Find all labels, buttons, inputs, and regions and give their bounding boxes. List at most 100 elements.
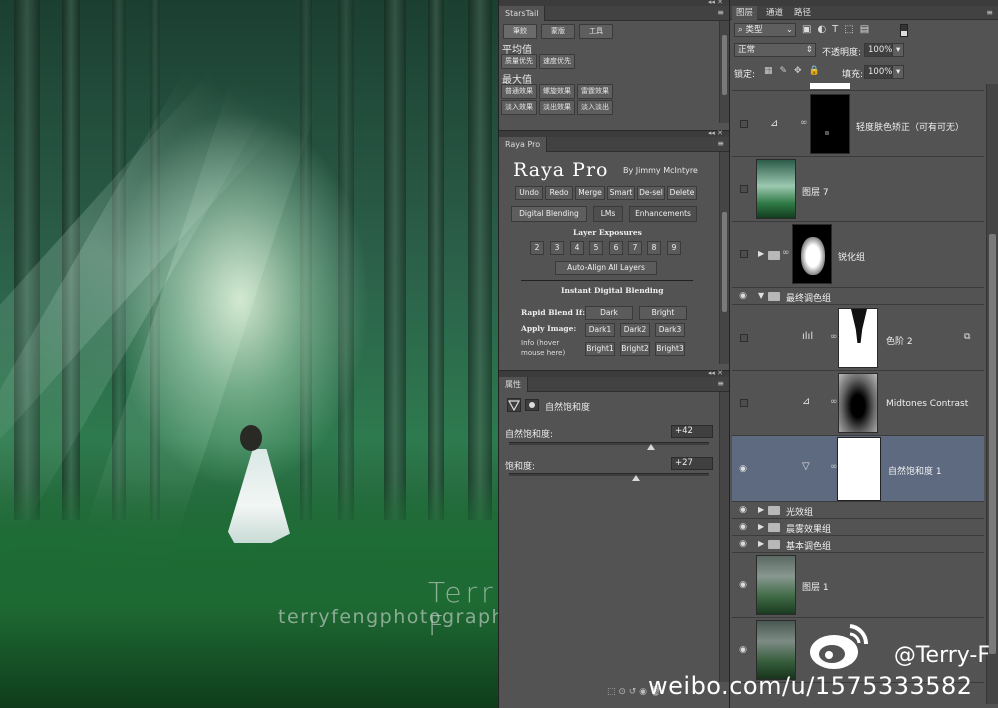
- visibility-toggle[interactable]: [740, 399, 748, 407]
- max-button-5[interactable]: 淡出效果: [539, 100, 575, 115]
- expand-arrow-icon[interactable]: ▶: [758, 249, 764, 258]
- eye-icon[interactable]: ◉: [736, 537, 750, 551]
- visibility-toggle[interactable]: [740, 185, 748, 193]
- layer-row[interactable]: ılıl ∞ 色阶 2 ⧉: [732, 305, 984, 371]
- layer-name[interactable]: 色阶 2: [886, 334, 913, 347]
- vibrance-slider-knob[interactable]: [647, 444, 655, 450]
- max-button-6[interactable]: 淡入淡出: [577, 100, 613, 115]
- eye-icon[interactable]: ◉: [736, 578, 750, 592]
- exposure-5-button[interactable]: 5: [589, 241, 603, 255]
- visibility-toggle[interactable]: [740, 250, 748, 258]
- layers-scrollbar[interactable]: [986, 84, 998, 704]
- tab-lms[interactable]: LMs: [593, 206, 623, 222]
- apply-dark1-button[interactable]: Dark1: [585, 323, 615, 337]
- expand-arrow-icon[interactable]: ▶: [758, 505, 764, 514]
- layer-group-row[interactable]: ◉ ▼ 最终调色组: [732, 288, 984, 305]
- apply-bright2-button[interactable]: Bright2: [620, 342, 650, 356]
- opacity-dropdown[interactable]: ▾: [892, 43, 904, 57]
- layer-group-row[interactable]: ◉ ▶ 基本调色组: [732, 536, 984, 553]
- layer-name[interactable]: 自然饱和度 1: [888, 464, 942, 477]
- visibility-toggle[interactable]: [740, 334, 748, 342]
- document-canvas[interactable]: Terry F terryfengphotography.lofter.com: [0, 0, 498, 708]
- tab-layers[interactable]: 图层: [732, 6, 758, 20]
- merge-button[interactable]: Merge: [575, 186, 605, 200]
- layer-row[interactable]: ⊿ ∞ Midtones Contrast: [732, 371, 984, 436]
- undo-button[interactable]: Undo: [515, 186, 543, 200]
- layer-group-row[interactable]: ▶ ∞ 锐化组: [732, 222, 984, 288]
- layer-name[interactable]: 图层 7: [802, 185, 829, 198]
- auto-align-button[interactable]: Auto-Align All Layers: [555, 261, 657, 275]
- tab-raya-pro[interactable]: Raya Pro: [499, 137, 548, 152]
- tab-channels[interactable]: 通道: [762, 6, 787, 20]
- fill-dropdown[interactable]: ▾: [892, 65, 904, 79]
- exposure-4-button[interactable]: 4: [570, 241, 584, 255]
- layer-name[interactable]: 图层 1: [802, 580, 829, 593]
- starstail-tab-1[interactable]: 筆鉸: [503, 24, 537, 39]
- apply-bright1-button[interactable]: Bright1: [585, 342, 615, 356]
- rapid-bright-button[interactable]: Bright: [639, 306, 687, 320]
- tab-paths[interactable]: 路径: [790, 6, 815, 20]
- filter-toggle[interactable]: [900, 24, 908, 37]
- apply-bright3-button[interactable]: Bright3: [655, 342, 685, 356]
- avg-button-2[interactable]: 速度优先: [539, 54, 575, 69]
- blend-mode-select[interactable]: 正常 ⇕: [734, 43, 816, 57]
- collapse-arrow-icon[interactable]: ▼: [758, 291, 764, 300]
- eye-icon[interactable]: ◉: [736, 462, 750, 476]
- eye-icon[interactable]: ◉: [736, 643, 750, 657]
- raya-scrollbar[interactable]: [719, 152, 729, 364]
- opacity-field[interactable]: 100%: [864, 43, 892, 57]
- layer-row-selected[interactable]: ◉ ▽ ∞ 自然饱和度 1: [732, 436, 984, 502]
- layer-group-row[interactable]: ◉ ▶ 光效组: [732, 502, 984, 519]
- eye-icon[interactable]: ◉: [736, 520, 750, 534]
- exposure-8-button[interactable]: 8: [647, 241, 661, 255]
- avg-button-1[interactable]: 质量优先: [501, 54, 537, 69]
- redo-button[interactable]: Redo: [545, 186, 573, 200]
- visibility-toggle[interactable]: [740, 120, 748, 128]
- layer-name[interactable]: Midtones Contrast: [886, 399, 968, 409]
- layer-row[interactable]: ◉ 图层 1: [732, 553, 984, 618]
- vibrance-value-field[interactable]: +42: [671, 425, 713, 438]
- exposure-6-button[interactable]: 6: [609, 241, 623, 255]
- exposure-2-button[interactable]: 2: [530, 241, 544, 255]
- mask-icon[interactable]: [525, 399, 539, 411]
- apply-dark2-button[interactable]: Dark2: [620, 323, 650, 337]
- starstail-scrollbar[interactable]: [719, 21, 729, 123]
- panel-menu-icon[interactable]: ≡: [717, 379, 724, 388]
- properties-scrollbar[interactable]: [719, 392, 729, 682]
- tab-enhancements[interactable]: Enhancements: [629, 206, 697, 222]
- layer-name[interactable]: 晨雾效果组: [786, 522, 831, 535]
- expand-arrow-icon[interactable]: ▶: [758, 539, 764, 548]
- eye-icon[interactable]: ◉: [736, 289, 750, 303]
- starstail-tab-2[interactable]: 蒙版: [541, 24, 575, 39]
- panel-menu-icon[interactable]: ≡: [986, 8, 993, 17]
- layer-row[interactable]: ⊿ ∞ 轻度肤色矫正（可有可无）: [732, 92, 984, 157]
- exposure-9-button[interactable]: 9: [667, 241, 681, 255]
- smart-button[interactable]: Smart: [607, 186, 635, 200]
- exposure-7-button[interactable]: 7: [628, 241, 642, 255]
- eye-icon[interactable]: ◉: [736, 503, 750, 517]
- max-button-1[interactable]: 普通效果: [501, 84, 537, 99]
- lock-icons[interactable]: ▦✎✥🔒: [764, 66, 827, 76]
- saturation-slider-knob[interactable]: [632, 475, 640, 481]
- expand-arrow-icon[interactable]: ▶: [758, 522, 764, 531]
- layer-name[interactable]: 轻度肤色矫正（可有可无）: [856, 120, 964, 133]
- layer-filter-icons[interactable]: ▣◐T⬚▤: [802, 24, 875, 35]
- desel-button[interactable]: De-sel: [637, 186, 665, 200]
- layer-name[interactable]: 最终调色组: [786, 291, 831, 304]
- starstail-tab-3[interactable]: 工具: [579, 24, 613, 39]
- layer-name[interactable]: 基本调色组: [786, 539, 831, 552]
- tab-starstail[interactable]: StarsTail: [499, 6, 546, 21]
- apply-dark3-button[interactable]: Dark3: [655, 323, 685, 337]
- layer-name[interactable]: 锐化组: [838, 250, 865, 263]
- vibrance-slider[interactable]: [509, 442, 709, 445]
- layer-name[interactable]: 光效组: [786, 505, 813, 518]
- panel-menu-icon[interactable]: ≡: [717, 139, 724, 148]
- max-button-4[interactable]: 淡入效果: [501, 100, 537, 115]
- saturation-slider[interactable]: [509, 473, 709, 476]
- delete-button[interactable]: Delete: [667, 186, 697, 200]
- info-label[interactable]: Info (hover mouse here): [521, 338, 579, 358]
- tab-digital-blending[interactable]: Digital Blending: [511, 206, 587, 222]
- panel-menu-icon[interactable]: ≡: [717, 8, 724, 17]
- exposure-3-button[interactable]: 3: [550, 241, 564, 255]
- layer-group-row[interactable]: ◉ ▶ 晨雾效果组: [732, 519, 984, 536]
